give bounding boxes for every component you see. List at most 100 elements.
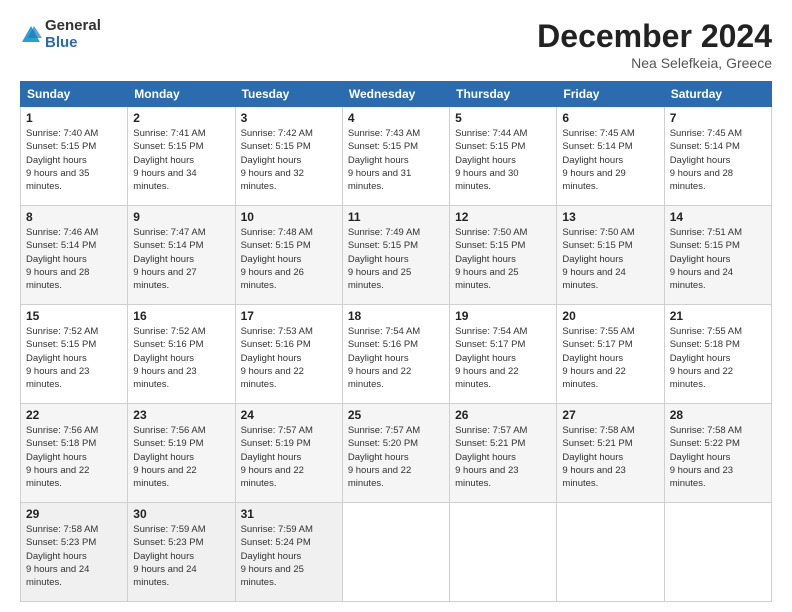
day-info: Sunrise: 7:57 AMSunset: 5:20 PMDaylight … [348,424,444,490]
cal-cell: 22 Sunrise: 7:56 AMSunset: 5:18 PMDayligh… [21,404,128,503]
cal-cell: 14 Sunrise: 7:51 AMSunset: 5:15 PMDayligh… [664,206,771,305]
day-info: Sunrise: 7:50 AMSunset: 5:15 PMDaylight … [562,226,658,292]
day-number: 21 [670,309,766,323]
day-info: Sunrise: 7:58 AMSunset: 5:23 PMDaylight … [26,523,122,589]
cal-cell: 10 Sunrise: 7:48 AMSunset: 5:15 PMDayligh… [235,206,342,305]
day-number: 28 [670,408,766,422]
day-number: 30 [133,507,229,521]
day-number: 16 [133,309,229,323]
logo: General Blue [20,18,101,51]
week-row-2: 8 Sunrise: 7:46 AMSunset: 5:14 PMDaylight… [21,206,772,305]
day-info: Sunrise: 7:54 AMSunset: 5:16 PMDaylight … [348,325,444,391]
day-number: 26 [455,408,551,422]
col-header-wednesday: Wednesday [342,82,449,107]
logo-general-label: General [45,18,101,35]
page: General Blue December 2024 Nea Selefkeia… [0,0,792,612]
day-number: 29 [26,507,122,521]
cal-cell: 17 Sunrise: 7:53 AMSunset: 5:16 PMDayligh… [235,305,342,404]
cal-cell [664,503,771,602]
calendar-header-row: SundayMondayTuesdayWednesdayThursdayFrid… [21,82,772,107]
logo-blue-label: Blue [45,35,101,52]
day-number: 8 [26,210,122,224]
month-title: December 2024 [537,18,772,55]
day-info: Sunrise: 7:49 AMSunset: 5:15 PMDaylight … [348,226,444,292]
cal-cell: 30 Sunrise: 7:59 AMSunset: 5:23 PMDayligh… [128,503,235,602]
col-header-sunday: Sunday [21,82,128,107]
day-info: Sunrise: 7:40 AMSunset: 5:15 PMDaylight … [26,127,122,193]
day-info: Sunrise: 7:42 AMSunset: 5:15 PMDaylight … [241,127,337,193]
day-info: Sunrise: 7:43 AMSunset: 5:15 PMDaylight … [348,127,444,193]
day-number: 31 [241,507,337,521]
cal-cell [450,503,557,602]
col-header-tuesday: Tuesday [235,82,342,107]
cal-cell: 25 Sunrise: 7:57 AMSunset: 5:20 PMDayligh… [342,404,449,503]
day-info: Sunrise: 7:57 AMSunset: 5:19 PMDaylight … [241,424,337,490]
day-info: Sunrise: 7:59 AMSunset: 5:24 PMDaylight … [241,523,337,589]
calendar: SundayMondayTuesdayWednesdayThursdayFrid… [20,81,772,602]
day-number: 24 [241,408,337,422]
day-info: Sunrise: 7:48 AMSunset: 5:15 PMDaylight … [241,226,337,292]
cal-cell: 20 Sunrise: 7:55 AMSunset: 5:17 PMDayligh… [557,305,664,404]
cal-cell: 28 Sunrise: 7:58 AMSunset: 5:22 PMDayligh… [664,404,771,503]
day-number: 14 [670,210,766,224]
cal-cell: 16 Sunrise: 7:52 AMSunset: 5:16 PMDayligh… [128,305,235,404]
day-info: Sunrise: 7:54 AMSunset: 5:17 PMDaylight … [455,325,551,391]
cal-cell: 9Sunrise: 7:47 AMSunset: 5:14 PMDaylight… [128,206,235,305]
day-info: Sunrise: 7:52 AMSunset: 5:15 PMDaylight … [26,325,122,391]
title-area: December 2024 Nea Selefkeia, Greece [537,18,772,71]
cal-cell: 2 Sunrise: 7:41 AMSunset: 5:15 PMDaylight… [128,107,235,206]
week-row-3: 15 Sunrise: 7:52 AMSunset: 5:15 PMDayligh… [21,305,772,404]
cal-cell: 15 Sunrise: 7:52 AMSunset: 5:15 PMDayligh… [21,305,128,404]
location-label: Nea Selefkeia, Greece [537,55,772,71]
col-header-saturday: Saturday [664,82,771,107]
col-header-thursday: Thursday [450,82,557,107]
day-number: 3 [241,111,337,125]
day-info: Sunrise: 7:58 AMSunset: 5:21 PMDaylight … [562,424,658,490]
day-number: 20 [562,309,658,323]
day-info: Sunrise: 7:55 AMSunset: 5:17 PMDaylight … [562,325,658,391]
day-info: Sunrise: 7:53 AMSunset: 5:16 PMDaylight … [241,325,337,391]
cal-cell: 8 Sunrise: 7:46 AMSunset: 5:14 PMDaylight… [21,206,128,305]
day-number: 7 [670,111,766,125]
day-number: 19 [455,309,551,323]
day-number: 2 [133,111,229,125]
day-number: 11 [348,210,444,224]
col-header-friday: Friday [557,82,664,107]
day-number: 1 [26,111,122,125]
day-number: 9 [133,210,229,224]
cal-cell [557,503,664,602]
cal-cell: 1 Sunrise: 7:40 AMSunset: 5:15 PMDaylight… [21,107,128,206]
cal-cell: 12Sunrise: 7:50 AMSunset: 5:15 PMDayligh… [450,206,557,305]
cal-cell: 13Sunrise: 7:50 AMSunset: 5:15 PMDayligh… [557,206,664,305]
day-number: 10 [241,210,337,224]
day-info: Sunrise: 7:55 AMSunset: 5:18 PMDaylight … [670,325,766,391]
day-info: Sunrise: 7:51 AMSunset: 5:15 PMDaylight … [670,226,766,292]
day-number: 17 [241,309,337,323]
cal-cell: 6 Sunrise: 7:45 AMSunset: 5:14 PMDaylight… [557,107,664,206]
day-info: Sunrise: 7:59 AMSunset: 5:23 PMDaylight … [133,523,229,589]
day-number: 22 [26,408,122,422]
day-info: Sunrise: 7:58 AMSunset: 5:22 PMDaylight … [670,424,766,490]
day-number: 15 [26,309,122,323]
day-info: Sunrise: 7:56 AMSunset: 5:18 PMDaylight … [26,424,122,490]
week-row-4: 22 Sunrise: 7:56 AMSunset: 5:18 PMDayligh… [21,404,772,503]
cal-cell: 27Sunrise: 7:58 AMSunset: 5:21 PMDayligh… [557,404,664,503]
day-info: Sunrise: 7:41 AMSunset: 5:15 PMDaylight … [133,127,229,193]
cal-cell: 4Sunrise: 7:43 AMSunset: 5:15 PMDaylight… [342,107,449,206]
day-number: 6 [562,111,658,125]
day-info: Sunrise: 7:45 AMSunset: 5:14 PMDaylight … [670,127,766,193]
cal-cell: 3 Sunrise: 7:42 AMSunset: 5:15 PMDaylight… [235,107,342,206]
cal-cell: 7 Sunrise: 7:45 AMSunset: 5:14 PMDaylight… [664,107,771,206]
day-info: Sunrise: 7:46 AMSunset: 5:14 PMDaylight … [26,226,122,292]
day-number: 5 [455,111,551,125]
day-info: Sunrise: 7:52 AMSunset: 5:16 PMDaylight … [133,325,229,391]
day-info: Sunrise: 7:56 AMSunset: 5:19 PMDaylight … [133,424,229,490]
header: General Blue December 2024 Nea Selefkeia… [20,18,772,71]
cal-cell: 11 Sunrise: 7:49 AMSunset: 5:15 PMDayligh… [342,206,449,305]
logo-icon [20,24,42,46]
week-row-1: 1 Sunrise: 7:40 AMSunset: 5:15 PMDaylight… [21,107,772,206]
cal-cell: 29 Sunrise: 7:58 AMSunset: 5:23 PMDayligh… [21,503,128,602]
day-number: 25 [348,408,444,422]
day-info: Sunrise: 7:45 AMSunset: 5:14 PMDaylight … [562,127,658,193]
calendar-table: SundayMondayTuesdayWednesdayThursdayFrid… [20,81,772,602]
